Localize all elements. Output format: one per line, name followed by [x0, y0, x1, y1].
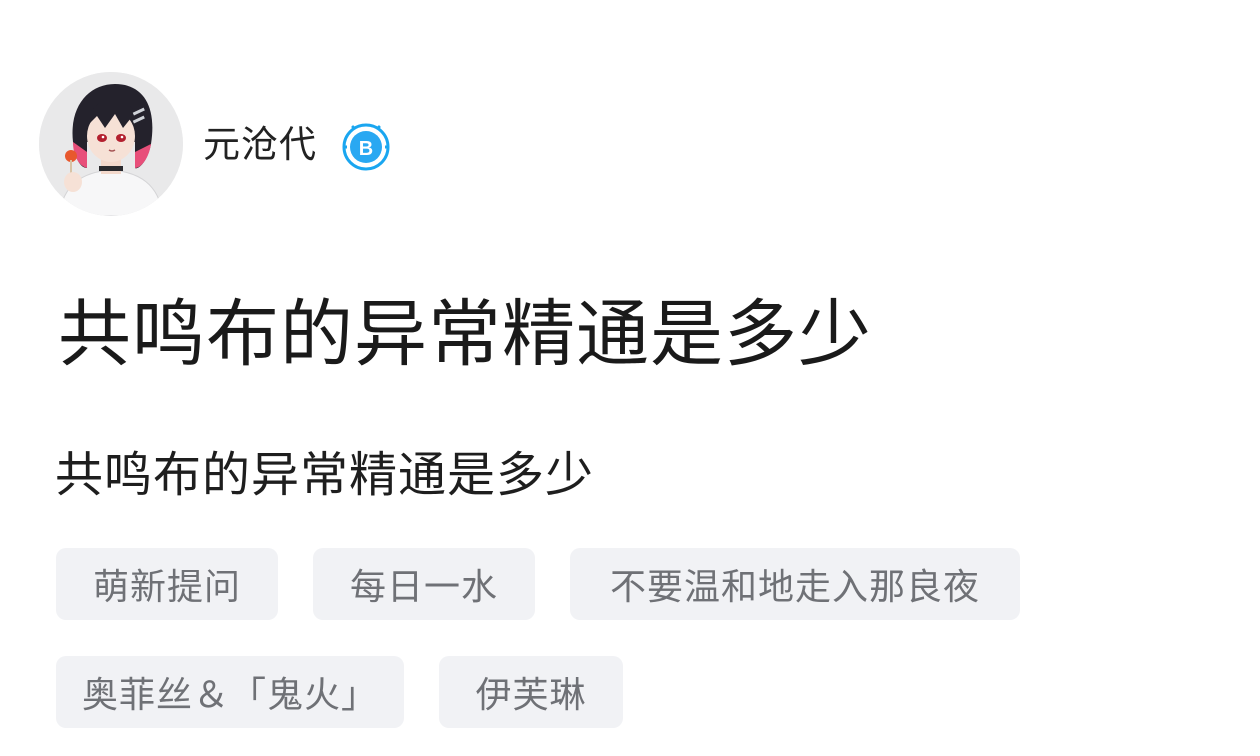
author-name[interactable]: 元沧代 — [203, 126, 317, 163]
avatar[interactable] — [39, 72, 183, 216]
tag-chip[interactable]: 伊芙琳 — [439, 656, 623, 728]
avatar-illustration — [39, 72, 183, 216]
svg-text:B: B — [359, 138, 373, 160]
post-title: 共鸣布的异常精通是多少 — [58, 292, 872, 377]
author-row: 元沧代 B — [39, 71, 393, 217]
post-body: 共鸣布的异常精通是多少 — [55, 447, 595, 503]
tag-chip[interactable]: 萌新提问 — [56, 548, 278, 620]
bilibili-verified-icon[interactable]: B — [339, 117, 393, 171]
tag-chip[interactable]: 不要温和地走入那良夜 — [570, 548, 1020, 620]
tag-chip[interactable]: 每日一水 — [313, 548, 535, 620]
tag-chip[interactable]: 奥菲丝＆「鬼火」 — [56, 656, 404, 728]
